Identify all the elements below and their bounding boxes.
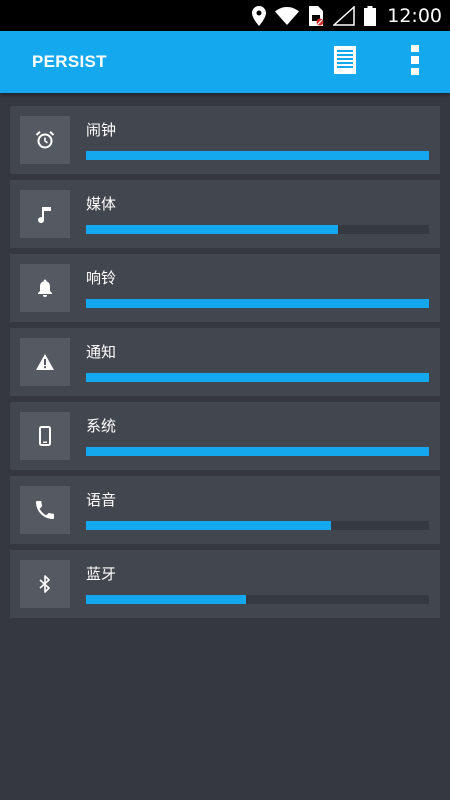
volume-label: 媒体 [86, 195, 117, 213]
volume-list: 闹钟 媒体 响铃 通知 系统 语音 蓝牙 [10, 106, 440, 624]
volume-slider-fill [86, 373, 429, 382]
volume-slider[interactable] [86, 595, 429, 604]
volume-label: 通知 [86, 343, 117, 361]
volume-row-bluetooth: 蓝牙 [10, 550, 440, 618]
phone-icon[interactable] [20, 412, 70, 460]
volume-slider-fill [86, 521, 332, 530]
volume-row-media: 媒体 [10, 180, 440, 248]
log-icon [334, 46, 356, 78]
app-title: PERSIST [32, 52, 107, 71]
music-note-icon[interactable] [20, 190, 70, 238]
volume-row-ringer: 响铃 [10, 254, 440, 322]
volume-label: 语音 [86, 491, 117, 509]
alarm-clock-icon[interactable] [20, 116, 70, 164]
volume-label: 系统 [86, 417, 117, 435]
overflow-menu-button[interactable] [400, 45, 430, 79]
volume-slider-fill [86, 447, 429, 456]
volume-slider[interactable] [86, 299, 429, 308]
volume-label: 闹钟 [86, 121, 117, 139]
volume-row-alarm: 闹钟 [10, 106, 440, 174]
volume-slider[interactable] [86, 373, 429, 382]
warning-icon[interactable] [20, 338, 70, 386]
volume-slider-fill [86, 595, 247, 604]
clock: 12:00 [387, 4, 442, 27]
volume-row-notification: 通知 [10, 328, 440, 396]
overflow-menu-icon [411, 45, 419, 79]
volume-slider-fill [86, 151, 429, 160]
bell-icon[interactable] [20, 264, 70, 312]
wifi-icon [275, 6, 300, 25]
volume-label: 蓝牙 [86, 565, 117, 583]
volume-slider[interactable] [86, 447, 429, 456]
volume-slider[interactable] [86, 151, 429, 160]
location-icon [252, 5, 267, 26]
volume-slider-fill [86, 225, 339, 234]
volume-label: 响铃 [86, 269, 117, 287]
bluetooth-icon[interactable] [20, 560, 70, 608]
volume-slider-fill [86, 299, 429, 308]
sim-card-icon [308, 5, 324, 26]
volume-row-voice: 语音 [10, 476, 440, 544]
signal-icon [333, 5, 355, 26]
volume-slider[interactable] [86, 225, 429, 234]
status-bar: 12:00 [0, 0, 450, 31]
app-bar: PERSIST [0, 31, 450, 93]
log-button[interactable] [330, 45, 360, 79]
volume-slider[interactable] [86, 521, 429, 530]
volume-row-system: 系统 [10, 402, 440, 470]
call-icon[interactable] [20, 486, 70, 534]
battery-icon [364, 5, 377, 26]
